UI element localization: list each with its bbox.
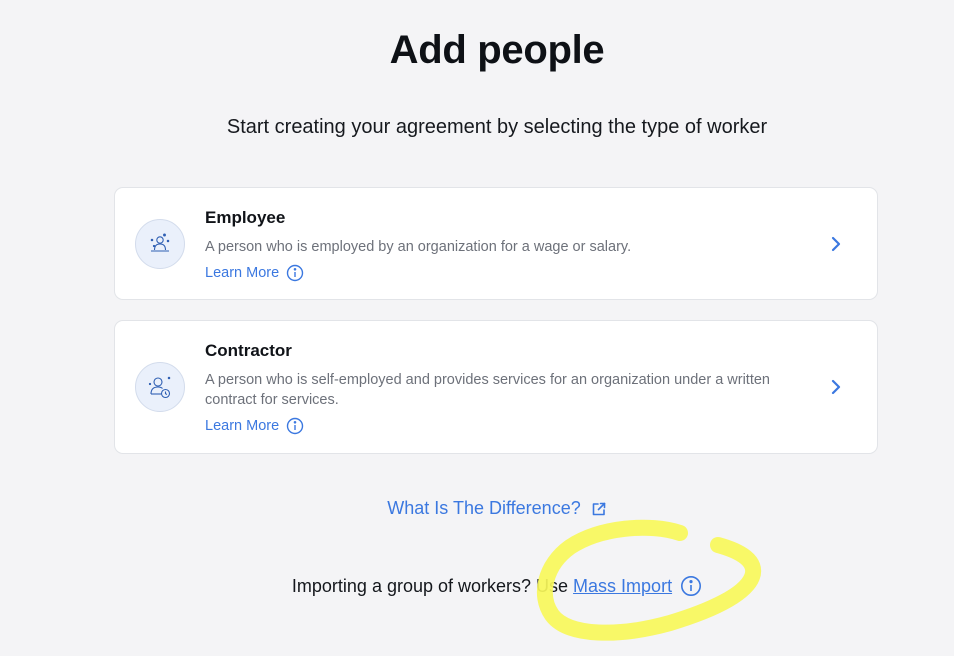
learn-more-label: Learn More <box>205 265 280 281</box>
chevron-right-icon[interactable] <box>829 235 843 253</box>
employee-option-card[interactable]: Employee A person who is employed by an … <box>114 187 878 300</box>
difference-link-label: What Is The Difference? <box>387 498 581 518</box>
employee-title: Employee <box>205 208 286 227</box>
mass-import-prompt: Importing a group of workers? Use Mass I… <box>0 575 954 597</box>
page-title: Add people <box>389 28 605 72</box>
contractor-icon <box>135 362 185 412</box>
info-icon <box>286 264 304 282</box>
contractor-description: A person who is self-employed and provid… <box>205 372 770 408</box>
employee-description: A person who is employed by an organizat… <box>205 239 632 255</box>
employee-icon <box>135 219 185 269</box>
difference-link[interactable]: What Is The Difference? <box>0 498 954 519</box>
contractor-learn-more-link[interactable]: Learn More <box>205 416 304 436</box>
employee-learn-more-link[interactable]: Learn More <box>205 263 304 283</box>
contractor-option-card[interactable]: Contractor A person who is self-employed… <box>114 320 878 454</box>
mass-import-link[interactable]: Mass Import <box>573 576 672 597</box>
info-icon[interactable] <box>680 575 702 597</box>
page-subtitle: Start creating your agreement by selecti… <box>226 116 768 138</box>
mass-import-prompt-text: Importing a group of workers? Use <box>291 575 569 596</box>
learn-more-label: Learn More <box>205 418 280 434</box>
info-icon <box>286 417 304 435</box>
external-link-icon <box>592 502 606 515</box>
contractor-title: Contractor <box>205 341 292 360</box>
chevron-right-icon[interactable] <box>829 378 843 396</box>
